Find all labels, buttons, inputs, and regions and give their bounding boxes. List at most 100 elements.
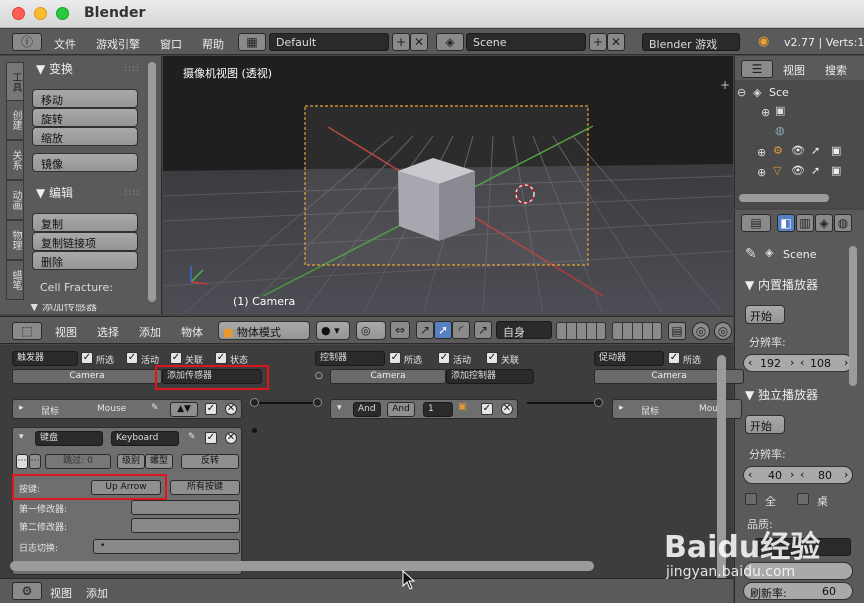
sensor-output-socket[interactable]: [250, 398, 259, 407]
3d-viewport[interactable]: 摄像机视图 (透视) (1) Camera +: [163, 56, 733, 314]
keyboard-sensor-type[interactable]: 键盘: [35, 431, 103, 446]
edit-header[interactable]: ▼ 编辑: [36, 184, 73, 201]
properties-editor-icon[interactable]: ▤: [741, 214, 771, 232]
remove-controller-icon[interactable]: ✕: [501, 403, 513, 415]
tap-button[interactable]: 螺型: [145, 454, 173, 469]
embedded-resolution-field[interactable]: ‹ 192 › ‹ 108 ›: [743, 354, 853, 372]
arrow-right-icon[interactable]: ›: [790, 468, 794, 481]
remove-sensor-icon[interactable]: ✕: [225, 432, 237, 444]
bit-depth-field[interactable]: [743, 562, 853, 580]
cursor-select-icon[interactable]: ➚: [811, 144, 820, 157]
close-window-button[interactable]: [12, 7, 25, 20]
pulse-true-icon[interactable]: ⋯: [16, 454, 28, 469]
scene-tab-icon[interactable]: ◈: [815, 214, 833, 232]
camera-render-icon[interactable]: ▣: [831, 144, 841, 157]
translate-manipulator-icon[interactable]: ➚: [434, 321, 452, 339]
arrow-right-icon[interactable]: ›: [790, 356, 794, 369]
editor-type-icon[interactable]: ⓘ: [12, 33, 42, 51]
collapse-arrow-icon[interactable]: ▾: [19, 432, 24, 442]
arrow-right-icon[interactable]: ›: [844, 468, 848, 481]
quality-select[interactable]: [755, 538, 851, 556]
logic-menu-view[interactable]: 视图: [50, 585, 72, 601]
transform-header[interactable]: ▼ 变换: [36, 60, 73, 77]
outliner-menu-view[interactable]: 视图: [783, 62, 805, 78]
mouse-sensor-name[interactable]: Mouse: [97, 404, 126, 414]
lock-layers-icon[interactable]: ▤: [668, 322, 686, 340]
add-scene-button[interactable]: +: [589, 33, 607, 51]
minimize-window-button[interactable]: [34, 7, 47, 20]
menu-help[interactable]: 帮助: [202, 36, 224, 52]
render-engine-select[interactable]: Blender 游戏: [642, 33, 740, 51]
arrow-left-icon[interactable]: ‹: [800, 468, 804, 481]
skip-field[interactable]: 跳过: 0: [45, 454, 111, 469]
expand-icon[interactable]: ⊕: [757, 146, 766, 159]
logic-editor[interactable]: 触发器 ✓ 所选 ✓ 活动 ✓ 关联 ✓ 状态 Camera 添加传感器 ▸ 鼠…: [0, 345, 744, 585]
render-layers-tab-icon[interactable]: ▥: [796, 214, 814, 232]
layers-grid-1[interactable]: [556, 322, 606, 340]
scale-button[interactable]: 缩放: [32, 127, 138, 146]
mirror-button[interactable]: 镜像: [32, 153, 138, 172]
all-keys-button[interactable]: 所有按键: [170, 480, 240, 495]
pin-icon[interactable]: ✎: [151, 403, 159, 413]
collapse-icon[interactable]: ⊖: [737, 86, 746, 99]
layers-grid-2[interactable]: [612, 322, 662, 340]
second-modifier-field[interactable]: [131, 518, 240, 533]
manipulator-toggle-icon[interactable]: ⇔: [390, 321, 410, 339]
outliner-scrollbar[interactable]: [739, 194, 829, 202]
menu-window[interactable]: 窗口: [160, 36, 182, 52]
embedded-player-header[interactable]: ▼ 内置播放器: [745, 276, 818, 293]
render-preview-icon[interactable]: ◎: [692, 322, 710, 340]
skip-value[interactable]: 0: [87, 456, 93, 466]
drag-handle-icon[interactable]: ::::: [124, 188, 140, 198]
duplicate-button[interactable]: 复制: [32, 213, 138, 232]
scene-icon[interactable]: ◈: [436, 33, 464, 51]
standalone-start-button[interactable]: 开始: [745, 415, 785, 434]
opengl-render-icon[interactable]: ◎: [714, 322, 732, 340]
add-controller-dropdown[interactable]: 添加控制器: [446, 369, 534, 384]
view3d-menu-view[interactable]: 视图: [55, 324, 77, 340]
state-dot-icon[interactable]: ○: [315, 371, 323, 381]
duplicate-linked-button[interactable]: 复制链接项: [32, 232, 138, 251]
sensors-object-camera[interactable]: Camera: [12, 369, 162, 384]
remove-sensor-icon[interactable]: ✕: [225, 403, 237, 415]
actuator-type[interactable]: 鼠标: [641, 404, 659, 417]
eye-icon[interactable]: 👁: [791, 164, 805, 177]
embedded-start-button[interactable]: 开始: [745, 305, 785, 324]
and-controller-brick[interactable]: ▾ And And 1 ▣ ✓ ✕: [330, 399, 518, 419]
refresh-rate-value[interactable]: 60: [822, 585, 836, 598]
arrow-left-icon[interactable]: ‹: [748, 468, 752, 481]
controller-input-socket[interactable]: [313, 398, 322, 407]
logic-vertical-scrollbar[interactable]: [717, 355, 726, 585]
remove-scene-button[interactable]: ✕: [607, 33, 625, 51]
bookmark-icon[interactable]: ▣: [458, 402, 467, 412]
screen-layout-field[interactable]: Default: [269, 33, 389, 51]
desktop-checkbox[interactable]: [797, 493, 809, 505]
sensors-active-checkbox[interactable]: ✓: [126, 352, 138, 364]
controllers-selected-checkbox[interactable]: ✓: [389, 352, 401, 364]
arrow-right-icon[interactable]: ›: [844, 356, 848, 369]
sensors-link-checkbox[interactable]: ✓: [170, 352, 182, 364]
embedded-res-y[interactable]: 108: [810, 357, 831, 370]
outliner-root[interactable]: Sce: [769, 86, 789, 99]
cursor-select-icon[interactable]: ➚: [811, 164, 820, 177]
menu-game-engine[interactable]: 游戏引擎: [96, 36, 140, 52]
zoom-window-button[interactable]: [56, 7, 69, 20]
expand-icon[interactable]: ⊕: [757, 166, 766, 179]
mouse-sensor-active-checkbox[interactable]: ✓: [205, 403, 217, 415]
controllers-object-camera[interactable]: Camera: [330, 369, 446, 384]
logic-editor-icon[interactable]: ⚙: [12, 582, 42, 600]
fullscreen-checkbox[interactable]: [745, 493, 757, 505]
first-modifier-field[interactable]: [131, 500, 240, 515]
view3d-menu-select[interactable]: 选择: [97, 324, 119, 340]
controller-type[interactable]: And: [353, 402, 381, 417]
toolshelf-scrollbar[interactable]: [148, 62, 156, 302]
actuator-name[interactable]: Mou: [699, 404, 718, 414]
pin-icon[interactable]: ✎: [745, 246, 757, 262]
expand-arrow-icon[interactable]: ▸: [19, 403, 24, 413]
mouse-sensor-brick[interactable]: ▸ 鼠标 Mouse ✎ ▲▼ ✓ ✕: [12, 399, 242, 419]
drag-handle-icon[interactable]: ::::: [124, 64, 140, 74]
embedded-res-x[interactable]: 192: [760, 357, 781, 370]
controller-state-index[interactable]: 1: [423, 402, 453, 417]
actuator-input-socket[interactable]: [594, 398, 603, 407]
controller-name[interactable]: And: [387, 402, 415, 417]
